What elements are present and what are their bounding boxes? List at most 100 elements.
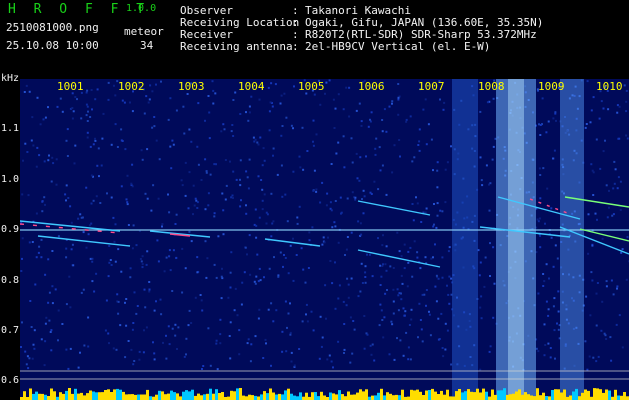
noise-speck [269, 101, 272, 104]
noise-speck [91, 280, 94, 283]
noise-speck [114, 94, 117, 97]
noise-speck [108, 342, 110, 345]
noise-speck [369, 120, 372, 123]
level-bar [317, 396, 320, 400]
noise-speck [169, 97, 172, 100]
noise-speck [116, 293, 119, 296]
level-bar [284, 390, 287, 400]
noise-speck [257, 280, 260, 283]
noise-speck [175, 256, 178, 259]
noise-speck [65, 199, 67, 202]
noise-speck [549, 356, 552, 359]
noise-speck [234, 91, 237, 94]
noise-speck [441, 347, 444, 349]
noise-speck [32, 343, 35, 346]
noise-speck [190, 322, 193, 324]
noise-speck [133, 291, 136, 294]
noise-speck [112, 347, 115, 350]
noise-speck [595, 360, 598, 363]
noise-speck [399, 155, 401, 158]
noise-speck [280, 134, 283, 137]
noise-speck [442, 355, 445, 358]
noise-speck [35, 165, 38, 168]
noise-speck [364, 265, 367, 268]
axis-unit-label: kHz [1, 73, 20, 84]
level-bar [107, 389, 110, 400]
noise-speck [129, 276, 132, 279]
noise-speck [245, 212, 248, 215]
level-bar [245, 396, 248, 400]
noise-speck [129, 267, 132, 270]
level-bar [122, 391, 125, 400]
level-bar [131, 394, 134, 400]
noise-speck [326, 192, 329, 195]
noise-speck [195, 199, 198, 202]
noise-speck [185, 353, 187, 356]
noise-speck [74, 144, 77, 147]
noise-speck [220, 275, 223, 278]
noise-speck [371, 275, 374, 278]
noise-speck [379, 284, 382, 286]
noise-speck [415, 196, 417, 199]
noise-speck [246, 176, 249, 179]
level-bar [407, 396, 410, 400]
noise-speck [450, 363, 453, 366]
noise-speck [57, 339, 59, 342]
noise-speck [367, 125, 370, 128]
noise-speck [131, 163, 134, 166]
noise-speck [364, 276, 367, 278]
level-bar [515, 391, 518, 400]
noise-speck [34, 283, 37, 286]
noise-speck [491, 158, 494, 161]
noise-speck [357, 220, 360, 223]
noise-speck [77, 217, 80, 220]
level-bar [164, 394, 167, 400]
noise-speck [625, 100, 628, 103]
level-bar [101, 392, 104, 400]
noise-speck [205, 276, 208, 279]
noise-speck [227, 296, 230, 299]
noise-speck [69, 205, 72, 208]
noise-speck [143, 288, 146, 291]
x-tick-1008: 1008 [478, 80, 505, 93]
noise-speck [328, 354, 331, 357]
noise-speck [222, 123, 225, 126]
noise-speck [229, 286, 232, 289]
noise-speck [432, 256, 434, 259]
noise-speck [89, 145, 92, 148]
noise-speck [215, 342, 218, 345]
noise-speck [355, 109, 358, 112]
noise-speck [146, 250, 149, 253]
noise-speck [186, 93, 189, 95]
noise-speck [76, 98, 78, 101]
noise-speck [183, 132, 186, 135]
noise-speck [209, 364, 212, 367]
noise-speck [167, 325, 170, 328]
noise-speck [366, 333, 369, 336]
level-bar [572, 391, 575, 400]
noise-speck [319, 103, 322, 106]
noise-speck [609, 336, 612, 339]
noise-speck [93, 290, 96, 293]
level-bar [449, 396, 452, 400]
noise-speck [434, 285, 437, 288]
noise-speck [618, 137, 621, 140]
level-bar [419, 391, 422, 400]
noise-speck [82, 231, 85, 234]
level-bar [338, 390, 341, 400]
noise-speck [222, 209, 225, 212]
noise-speck [248, 234, 251, 237]
noise-speck [539, 134, 542, 136]
noise-speck [393, 358, 396, 361]
level-bar [392, 395, 395, 400]
noise-speck [448, 302, 451, 305]
noise-speck [187, 324, 190, 327]
noise-speck [124, 148, 127, 151]
noise-speck [345, 86, 348, 89]
noise-speck [539, 234, 541, 237]
noise-speck [204, 119, 206, 122]
noise-speck [132, 224, 135, 227]
noise-speck [409, 115, 412, 118]
noise-speck [270, 302, 273, 305]
noise-speck [22, 159, 24, 162]
